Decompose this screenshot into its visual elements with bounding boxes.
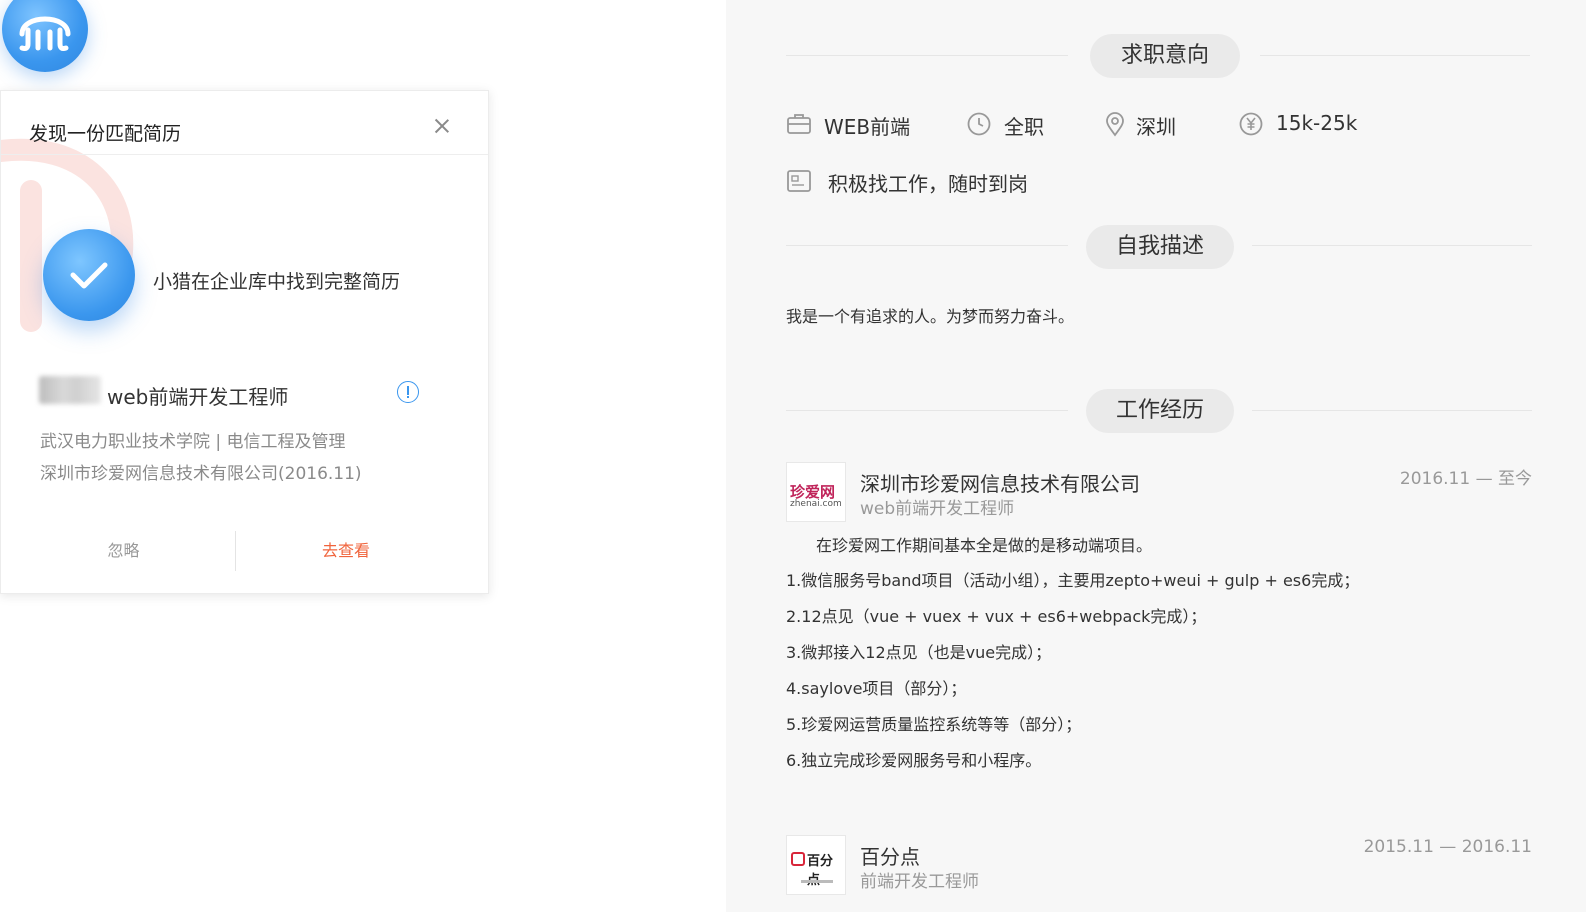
resume-pane: 求职意向 WEB前端 全职 深圳 15k-25k 积极找工作，随时到岗 自我描述… bbox=[726, 0, 1586, 912]
close-icon[interactable] bbox=[431, 115, 453, 137]
job-period: 2015.11 — 2016.11 bbox=[1363, 837, 1532, 857]
clock-icon bbox=[967, 112, 991, 136]
job-detail-line: 6.独立完成珍爱网服务号和小程序。 bbox=[786, 751, 1042, 770]
check-icon bbox=[43, 229, 135, 321]
intent-salary-text: 15k-25k bbox=[1276, 111, 1358, 135]
yen-coin-icon bbox=[1239, 112, 1263, 136]
intent-status-text: 积极找工作，随时到岗 bbox=[828, 172, 1028, 196]
view-resume-button[interactable]: 去查看 bbox=[236, 531, 456, 571]
work-experience-item: 珍爱网 zhenai.com 深圳市珍爱网信息技术有限公司 web前端开发工程师… bbox=[786, 462, 1532, 782]
company-logo: 珍爱网 zhenai.com bbox=[786, 462, 846, 522]
octopus-logo-icon[interactable] bbox=[2, 0, 88, 72]
id-card-icon bbox=[787, 170, 811, 192]
popup-title: 发现一份匹配简历 bbox=[29, 123, 182, 145]
section-title-intent: 求职意向 bbox=[1090, 34, 1240, 78]
info-icon[interactable] bbox=[397, 381, 419, 403]
company-logo-mark bbox=[791, 852, 805, 866]
left-pane: 发现一份匹配简历 小猎在企业库中找到完整简历 web前端开发工程师 武汉电力职业… bbox=[0, 0, 735, 912]
work-experience-item: 百分点 百分点 前端开发工程师 2015.11 — 2016.11 bbox=[786, 835, 1532, 901]
job-detail-line: 在珍爱网工作期间基本全是做的是移动端项目。 bbox=[816, 536, 1153, 555]
section-divider bbox=[786, 55, 1068, 56]
job-role: web前端开发工程师 bbox=[860, 499, 1015, 519]
section-title-self: 自我描述 bbox=[1086, 225, 1234, 269]
section-divider bbox=[786, 245, 1068, 246]
location-pin-icon bbox=[1106, 112, 1124, 137]
section-divider bbox=[1252, 245, 1532, 246]
company-name: 深圳市珍爱网信息技术有限公司 bbox=[860, 472, 1140, 496]
candidate-company: 深圳市珍爱网信息技术有限公司(2016.11) bbox=[40, 464, 362, 484]
company-logo-subtext: zhenai.com bbox=[790, 499, 842, 509]
company-logo: 百分点 bbox=[786, 835, 846, 895]
job-role: 前端开发工程师 bbox=[860, 872, 979, 892]
job-detail-line: 4.saylove项目（部分）； bbox=[786, 679, 967, 698]
section-title-work: 工作经历 bbox=[1086, 389, 1234, 433]
job-detail-line: 5.珍爱网运营质量监控系统等等（部分）； bbox=[786, 715, 1082, 734]
company-logo-underline bbox=[801, 880, 833, 883]
ignore-button[interactable]: 忽略 bbox=[1, 531, 246, 571]
popup-footer: 忽略 去查看 bbox=[1, 531, 488, 571]
job-detail-line: 3.微邦接入12点见（也是vue完成）； bbox=[786, 643, 1052, 662]
match-resume-popup: 发现一份匹配简历 小猎在企业库中找到完整简历 web前端开发工程师 武汉电力职业… bbox=[0, 90, 489, 594]
intent-job-type-text: 全职 bbox=[1004, 115, 1044, 139]
company-name: 百分点 bbox=[860, 845, 920, 869]
briefcase-icon bbox=[787, 114, 811, 134]
intent-city-text: 深圳 bbox=[1136, 115, 1176, 139]
candidate-education: 武汉电力职业技术学院 | 电信工程及管理 bbox=[40, 432, 346, 452]
candidate-title: web前端开发工程师 bbox=[107, 385, 289, 409]
section-divider bbox=[786, 410, 1068, 411]
intent-position-text: WEB前端 bbox=[824, 115, 911, 139]
popup-header: 发现一份匹配简历 bbox=[1, 91, 488, 155]
job-period: 2016.11 — 至今 bbox=[1399, 469, 1532, 489]
section-divider bbox=[1260, 55, 1530, 56]
job-detail-line: 1.微信服务号band项目（活动小组），主要用zepto+weui + gulp… bbox=[786, 571, 1360, 590]
self-description-text: 我是一个有追求的人。为梦而努力奋斗。 bbox=[786, 307, 1075, 326]
found-resume-text: 小猎在企业库中找到完整简历 bbox=[153, 271, 401, 293]
section-divider bbox=[1252, 410, 1532, 411]
job-detail-line: 2.12点见（vue + vuex + vux + es6+webpack完成）… bbox=[786, 607, 1207, 626]
blurred-candidate-name bbox=[39, 376, 101, 404]
